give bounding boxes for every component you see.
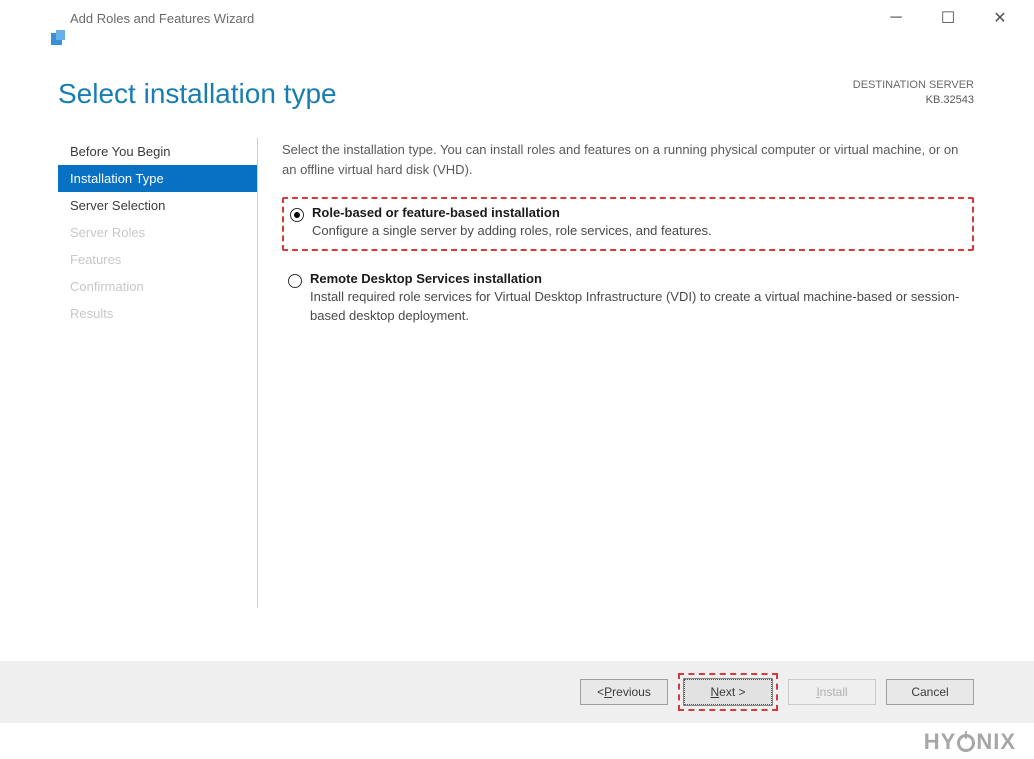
watermark: HYNIX bbox=[924, 729, 1016, 755]
sidebar-item-before-you-begin[interactable]: Before You Begin bbox=[58, 138, 257, 165]
titlebar: Add Roles and Features Wizard ─ ☐ ✕ bbox=[0, 0, 1034, 38]
cancel-button[interactable]: Cancel bbox=[886, 679, 974, 705]
destination-server-block: DESTINATION SERVER KB.32543 bbox=[853, 78, 974, 109]
wizard-sidebar: Before You Begin Installation Type Serve… bbox=[58, 138, 258, 608]
next-button[interactable]: Next > bbox=[684, 679, 772, 705]
next-button-highlight: Next > bbox=[678, 673, 778, 711]
option-role-based[interactable]: Role-based or feature-based installation… bbox=[282, 197, 974, 251]
intro-text: Select the installation type. You can in… bbox=[282, 140, 974, 179]
sidebar-item-server-roles: Server Roles bbox=[58, 219, 257, 246]
sidebar-item-server-selection[interactable]: Server Selection bbox=[58, 192, 257, 219]
sidebar-item-installation-type[interactable]: Installation Type bbox=[58, 165, 257, 192]
install-button: Install bbox=[788, 679, 876, 705]
option-remote-desktop[interactable]: Remote Desktop Services installation Ins… bbox=[282, 265, 974, 334]
sidebar-item-confirmation: Confirmation bbox=[58, 273, 257, 300]
sidebar-item-results: Results bbox=[58, 300, 257, 327]
minimize-button[interactable]: ─ bbox=[882, 9, 910, 27]
option-role-based-title: Role-based or feature-based installation bbox=[312, 205, 964, 220]
radio-remote-desktop[interactable] bbox=[288, 274, 302, 288]
wizard-footer: < Previous Next > Install Cancel bbox=[0, 661, 1034, 723]
content-pane: Select the installation type. You can in… bbox=[258, 138, 974, 608]
power-icon bbox=[957, 734, 975, 752]
close-button[interactable]: ✕ bbox=[986, 8, 1014, 28]
app-icon bbox=[50, 30, 66, 46]
option-remote-desktop-title: Remote Desktop Services installation bbox=[310, 271, 966, 286]
window-title: Add Roles and Features Wizard bbox=[70, 11, 254, 26]
maximize-button[interactable]: ☐ bbox=[934, 8, 962, 28]
option-role-based-desc: Configure a single server by adding role… bbox=[312, 222, 964, 241]
sidebar-item-features: Features bbox=[58, 246, 257, 273]
radio-role-based[interactable] bbox=[290, 208, 304, 222]
page-title: Select installation type bbox=[58, 78, 337, 110]
previous-button[interactable]: < Previous bbox=[580, 679, 668, 705]
destination-server-label: DESTINATION SERVER bbox=[853, 78, 974, 93]
option-remote-desktop-desc: Install required role services for Virtu… bbox=[310, 288, 966, 326]
destination-server-name: KB.32543 bbox=[853, 93, 974, 108]
